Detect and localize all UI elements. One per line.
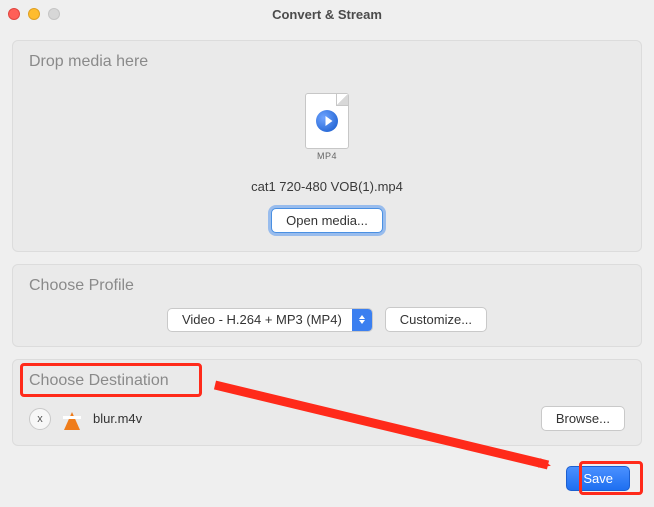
save-button[interactable]: Save — [566, 466, 630, 491]
vlc-cone-icon — [61, 408, 83, 430]
file-icon — [305, 93, 349, 149]
profile-select[interactable]: Video - H.264 + MP3 (MP4) — [167, 308, 373, 332]
destination-filename: blur.m4v — [93, 411, 142, 426]
drop-media-panel: Drop media here MP4 cat1 720-480 VOB(1).… — [12, 40, 642, 252]
choose-profile-title: Choose Profile — [29, 277, 625, 295]
file-extension-label: MP4 — [29, 151, 625, 161]
choose-destination-title: Choose Destination — [29, 372, 625, 390]
open-media-button[interactable]: Open media... — [271, 208, 383, 233]
chevron-updown-icon — [352, 309, 372, 331]
drop-media-title: Drop media here — [29, 53, 625, 71]
footer-row: Save — [12, 458, 642, 491]
choose-profile-panel: Choose Profile Video - H.264 + MP3 (MP4)… — [12, 264, 642, 347]
customize-button[interactable]: Customize... — [385, 307, 487, 332]
quicktime-icon — [316, 110, 338, 132]
remove-destination-button[interactable]: x — [29, 408, 51, 430]
browse-button[interactable]: Browse... — [541, 406, 625, 431]
titlebar: Convert & Stream — [0, 0, 654, 28]
profile-select-value: Video - H.264 + MP3 (MP4) — [168, 312, 352, 327]
choose-destination-panel: Choose Destination x blur.m4v Browse... — [12, 359, 642, 446]
drop-area[interactable]: MP4 cat1 720-480 VOB(1).mp4 Open media..… — [29, 79, 625, 237]
dropped-filename: cat1 720-480 VOB(1).mp4 — [29, 179, 625, 194]
window-title: Convert & Stream — [0, 7, 654, 22]
